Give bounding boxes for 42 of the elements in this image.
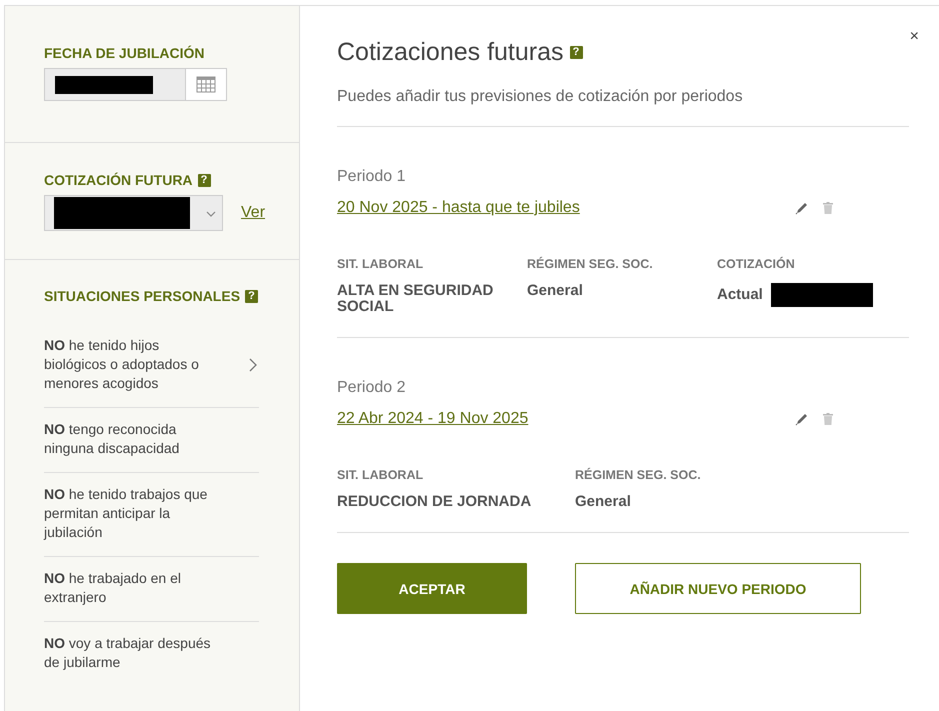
trash-icon [823,202,833,214]
help-badge[interactable]: ? [245,290,258,302]
calendar-button[interactable] [186,69,226,100]
field-value: Actual [717,287,763,303]
section-label: SITUACIONES PERSONALES [44,288,240,304]
close-button[interactable]: × [910,28,919,46]
field-label: SIT. LABORAL [337,257,424,271]
situation-item[interactable]: NO he tenido hijos biológicos o adoptados o menores acogidos [44,324,259,408]
accept-button[interactable]: ACEPTAR [337,563,527,614]
dropdown-field[interactable] [44,195,223,231]
section-label: COTIZACIÓN FUTURA [44,172,193,188]
situation-item[interactable]: NO tengo reconocida ninguna discapacidad [44,408,259,473]
situation-item[interactable]: NO he tenido trabajos que permitan anticipar la jubilación [44,473,259,557]
dialog-subtitle: Puedes añadir tus previsiones de cotización por periodos [337,88,909,127]
situation-item[interactable]: NO he trabajado en el extranjero [44,557,259,622]
edit-button[interactable] [795,412,809,426]
field-label: RÉGIMEN SEG. SOC. [575,468,702,482]
dialog-title: Cotizaciones futuras [337,38,564,67]
field-value: ALTA EN SEGURIDAD SOCIAL [337,283,494,315]
date-field[interactable] [44,68,227,101]
period-title: Periodo 1 [337,168,406,186]
chevron-down-icon [206,211,216,217]
field-value: General [527,283,583,299]
edit-button[interactable] [795,201,809,215]
add-period-button[interactable]: AÑADIR NUEVO PERIODO [575,563,861,614]
view-link[interactable]: Ver [241,204,266,222]
calendar-icon [196,76,216,93]
field-label: SIT. LABORAL [337,468,424,482]
pencil-icon [795,412,809,426]
trash-icon [823,413,833,425]
pencil-icon [795,201,809,215]
help-badge[interactable]: ? [198,174,211,186]
period-dates-link[interactable]: 20 Nov 2025 - hasta que te jubiles [337,199,795,217]
field-label: COTIZACIÓN [717,257,796,271]
field-value: General [575,494,631,510]
help-badge[interactable]: ? [570,46,583,59]
field-label: RÉGIMEN SEG. SOC. [527,257,654,271]
field-value: REDUCCION DE JORNADA [337,494,532,510]
period-title: Periodo 2 [337,379,406,397]
situation-item[interactable]: NO voy a trabajar después de jubilarme [44,622,259,686]
period-dates-link[interactable]: 22 Abr 2024 - 19 Nov 2025 [337,410,795,428]
section-label: FECHA DE JUBILACIÓN [44,45,206,61]
